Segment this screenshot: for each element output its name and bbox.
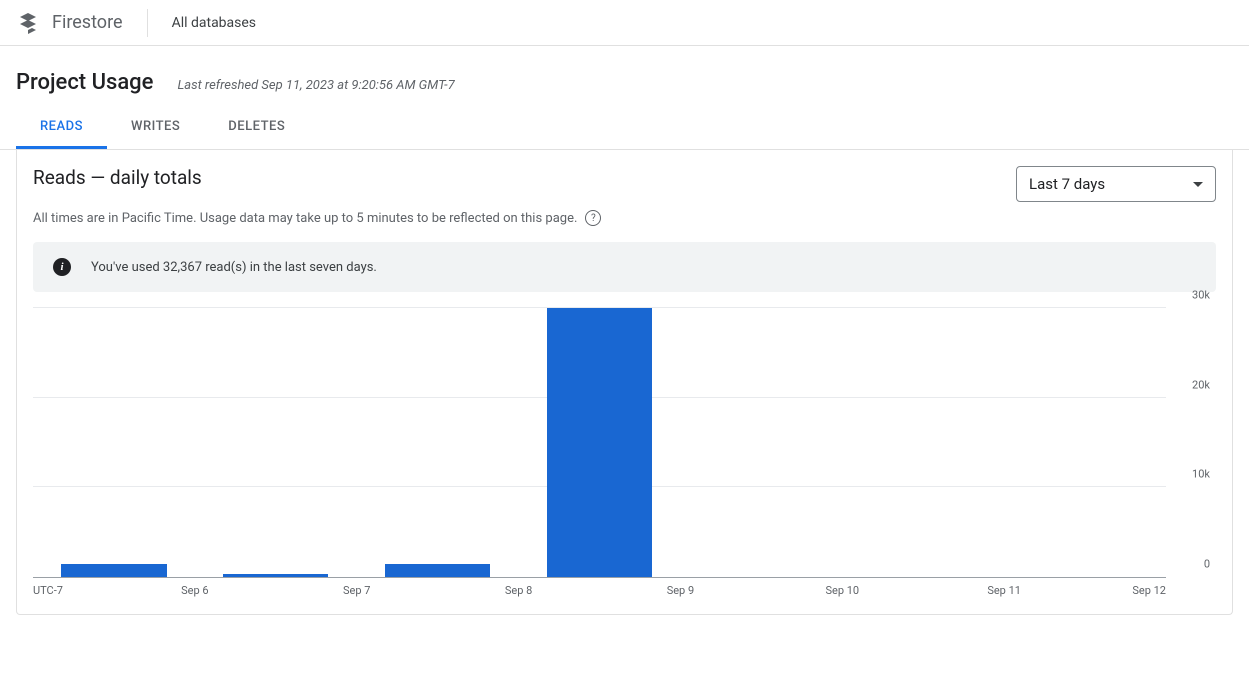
chart-x-tick: Sep 12 [1132, 584, 1166, 597]
chart-bar-slot [195, 308, 357, 577]
chart-x-tick: Sep 9 [667, 584, 694, 597]
page-header: Project Usage Last refreshed Sep 11, 202… [0, 46, 1249, 107]
product-brand: Firestore [16, 9, 148, 37]
chart-x-tick: UTC-7 [33, 584, 63, 597]
info-icon: i [53, 258, 71, 276]
chart-x-tick: Sep 10 [825, 584, 859, 597]
chart-x-tick: Sep 11 [987, 584, 1021, 597]
chart-y-tick: 10k [1192, 468, 1210, 481]
page-title: Project Usage [16, 70, 153, 95]
tab-deletes[interactable]: DELETES [204, 107, 309, 149]
chart-x-tick: Sep 6 [181, 584, 208, 597]
tab-reads[interactable]: READS [16, 107, 107, 149]
chart-bar[interactable] [223, 574, 328, 577]
chart-bar-slot [842, 308, 1004, 577]
panel-subtext: All times are in Pacific Time. Usage dat… [33, 211, 577, 226]
chart-bar-slot [680, 308, 842, 577]
time-range-select[interactable]: Last 7 days [1016, 166, 1216, 202]
chart-bar[interactable] [547, 308, 652, 577]
firestore-logo-icon [16, 11, 40, 35]
last-refreshed: Last refreshed Sep 11, 2023 at 9:20:56 A… [177, 78, 454, 93]
banner-text: You've used 32,367 read(s) in the last s… [91, 260, 377, 275]
tab-writes[interactable]: WRITES [107, 107, 204, 149]
reads-chart: 010k20k30k UTC-7Sep 6Sep 7Sep 8Sep 9Sep … [33, 308, 1216, 598]
chart-y-tick: 20k [1192, 378, 1210, 391]
chart-bar-slot [519, 308, 681, 577]
panel-title: Reads — daily totals [33, 166, 202, 189]
topbar: Firestore All databases [0, 0, 1249, 46]
chart-bar[interactable] [61, 564, 166, 577]
chart-y-tick: 30k [1192, 289, 1210, 302]
usage-panel: Reads — daily totals Last 7 days All tim… [16, 150, 1233, 615]
chart-y-tick: 0 [1204, 558, 1210, 571]
tabs: READS WRITES DELETES [0, 107, 1249, 150]
chart-x-tick: Sep 8 [505, 584, 532, 597]
help-icon[interactable]: ? [585, 210, 601, 226]
scope-selector[interactable]: All databases [148, 15, 256, 31]
chart-bar-slot [1004, 308, 1166, 577]
chart-bar-slot [33, 308, 195, 577]
chart-bar[interactable] [385, 564, 490, 577]
product-name: Firestore [52, 12, 123, 33]
usage-summary-banner: i You've used 32,367 read(s) in the last… [33, 242, 1216, 292]
chart-bar-slot [357, 308, 519, 577]
dropdown-caret-icon [1193, 182, 1203, 187]
time-range-value: Last 7 days [1029, 175, 1105, 193]
chart-x-tick: Sep 7 [343, 584, 370, 597]
